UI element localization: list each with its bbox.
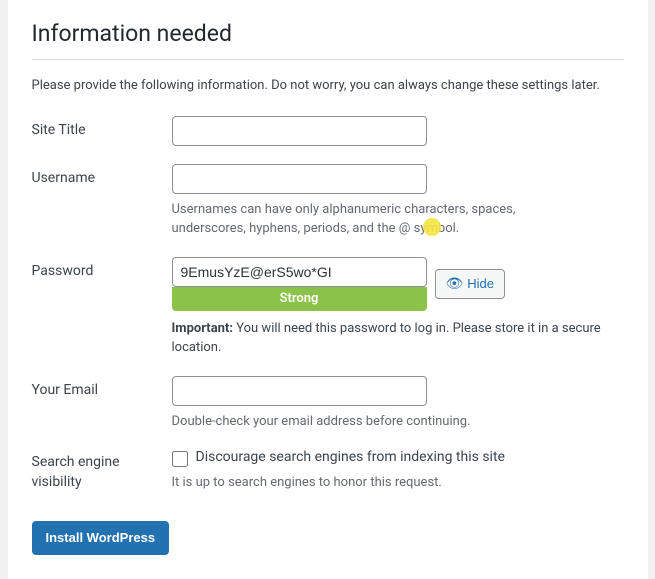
email-input[interactable] — [172, 376, 427, 406]
password-important-note: Important: You will need this password t… — [172, 319, 624, 358]
password-input-row: 9EmusYzE@erS5wo*GI Strong 👁 Hide — [172, 257, 624, 311]
email-row: Your Email Double-check your email addre… — [32, 376, 624, 432]
divider — [32, 59, 624, 60]
hide-button-label: Hide — [467, 276, 494, 291]
site-title-control — [172, 116, 624, 146]
search-visibility-control: Discourage search engines from indexing … — [172, 449, 624, 493]
password-control: 9EmusYzE@erS5wo*GI Strong 👁 Hide Importa… — [172, 257, 624, 358]
search-visibility-checkbox[interactable] — [172, 451, 188, 467]
username-label: Username — [32, 164, 172, 186]
password-strength-text: Strong — [280, 291, 319, 306]
important-note-text: You will need this password to log in. P… — [172, 321, 601, 356]
page-title: Information needed — [32, 20, 624, 47]
email-label: Your Email — [32, 376, 172, 398]
email-hint: Double-check your email address before c… — [172, 412, 592, 432]
form: Site Title Username Usernames can have o… — [32, 116, 624, 493]
username-input[interactable] — [172, 164, 427, 194]
important-label: Important: — [172, 321, 234, 336]
password-strength-bar: Strong — [172, 287, 427, 311]
search-visibility-label: Search engine visibility — [32, 449, 172, 492]
username-row: Username Usernames can have only alphanu… — [32, 164, 624, 239]
hide-password-button[interactable]: 👁 Hide — [435, 269, 506, 299]
page-description: Please provide the following information… — [32, 76, 624, 96]
username-control: Usernames can have only alphanumeric cha… — [172, 164, 624, 239]
search-visibility-checkbox-row: Discourage search engines from indexing … — [172, 449, 624, 467]
site-title-row: Site Title — [32, 116, 624, 146]
search-visibility-checkbox-label: Discourage search engines from indexing … — [196, 449, 505, 465]
site-title-label: Site Title — [32, 116, 172, 138]
email-control: Double-check your email address before c… — [172, 376, 624, 432]
password-label: Password — [32, 257, 172, 279]
install-wordpress-button[interactable]: Install WordPress — [32, 521, 170, 555]
search-visibility-row: Search engine visibility Discourage sear… — [32, 449, 624, 493]
password-wrapper: 9EmusYzE@erS5wo*GI Strong — [172, 257, 427, 311]
site-title-input[interactable] — [172, 116, 427, 146]
password-input[interactable]: 9EmusYzE@erS5wo*GI — [172, 257, 427, 287]
eye-icon: 👁 — [446, 275, 464, 292]
username-hint: Usernames can have only alphanumeric cha… — [172, 200, 592, 239]
search-visibility-hint: It is up to search engines to honor this… — [172, 473, 592, 493]
password-row: Password 9EmusYzE@erS5wo*GI Strong 👁 Hid… — [32, 257, 624, 358]
